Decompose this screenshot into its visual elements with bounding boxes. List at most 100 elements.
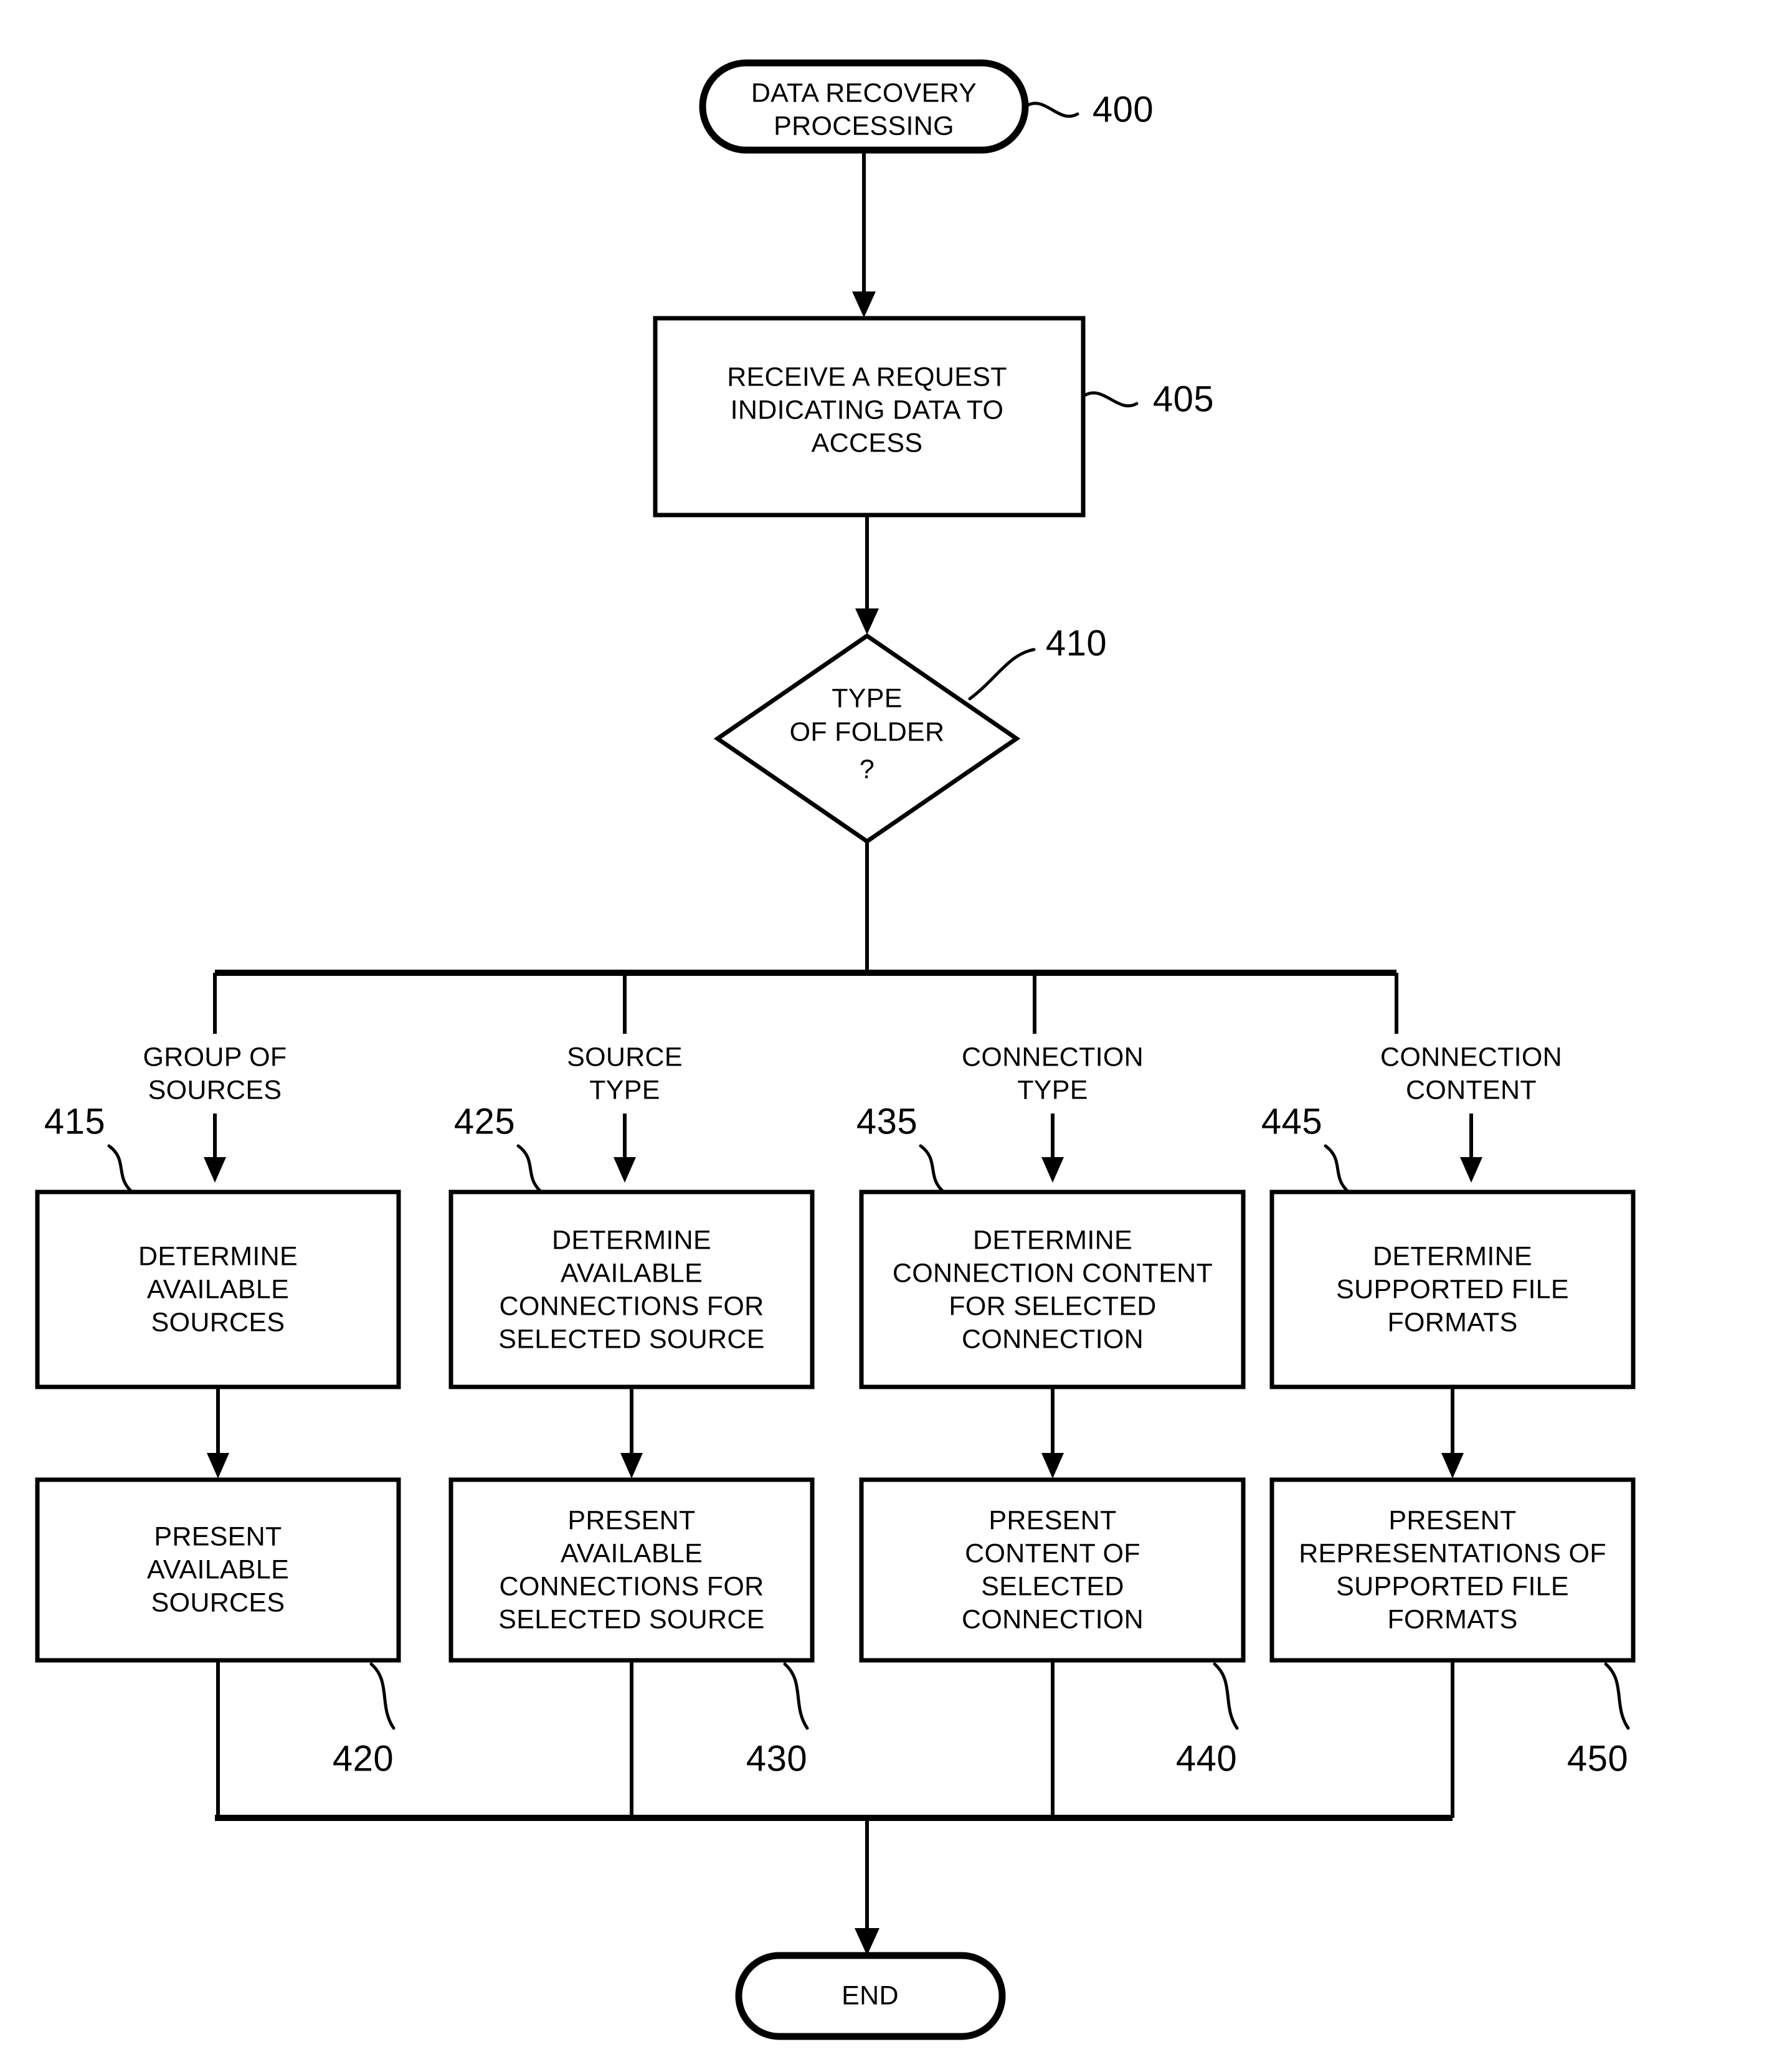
receive-label-line1: RECEIVE A REQUEST: [727, 362, 1007, 392]
node-determine-1: DETERMINE AVAILABLE SOURCES: [35, 1189, 401, 1389]
present-2-line-3: CONNECTIONS FOR: [500, 1571, 764, 1601]
ref-leader-430: 430: [746, 1662, 809, 1779]
arrowhead-icon: [1441, 1453, 1464, 1478]
arrowhead-icon: [1041, 1157, 1064, 1183]
present-4-line-2: REPRESENTATIONS OF: [1299, 1538, 1606, 1568]
start-label-line2: PROCESSING: [774, 111, 954, 141]
ref-leader-400: 400: [1025, 89, 1154, 130]
node-determine-2: DETERMINE AVAILABLE CONNECTIONS FOR SELE…: [448, 1189, 815, 1389]
determine-3-line-4: CONNECTION: [962, 1324, 1144, 1354]
ref-number-445: 445: [1261, 1101, 1322, 1142]
ref-number-415: 415: [44, 1101, 105, 1142]
ref-number-410: 410: [1046, 623, 1107, 663]
determine-4-line-2: SUPPORTED FILE: [1336, 1274, 1569, 1304]
edge-receive-to-decision: [855, 515, 879, 635]
present-2-line-2: AVAILABLE: [561, 1538, 703, 1568]
node-present-1: PRESENT AVAILABLE SOURCES: [35, 1477, 401, 1663]
receive-label-line2: INDICATING DATA TO: [731, 395, 1004, 425]
ref-leader-440: 440: [1176, 1662, 1239, 1779]
present-2-line-4: SELECTED SOURCE: [498, 1604, 764, 1634]
decision-label-line3: ?: [860, 754, 875, 784]
determine-2-line-3: CONNECTIONS FOR: [500, 1291, 764, 1321]
branch-2-label-line1: SOURCE: [567, 1042, 683, 1072]
determine-3-line-2: CONNECTION CONTENT: [893, 1258, 1213, 1288]
determine-1-line-2: AVAILABLE: [147, 1274, 289, 1304]
node-determine-4: DETERMINE SUPPORTED FILE FORMATS: [1269, 1189, 1636, 1389]
ref-leader-415: 415: [44, 1101, 133, 1193]
ref-leader-405: 405: [1083, 379, 1214, 419]
ref-number-420: 420: [333, 1738, 394, 1779]
ref-number-440: 440: [1176, 1738, 1237, 1779]
determine-1-line-1: DETERMINE: [138, 1241, 298, 1271]
present-4-line-4: FORMATS: [1387, 1604, 1517, 1634]
arrowhead-icon: [855, 608, 879, 635]
decision-label-line1: TYPE: [832, 683, 903, 713]
flowchart-figure: DATA RECOVERY PROCESSING 400 RECEIVE A R…: [0, 0, 1792, 2062]
branch-4-label: CONNECTION CONTENT: [1380, 1042, 1562, 1105]
ref-leader-450: 450: [1567, 1662, 1630, 1779]
node-decision-type-of-folder: TYPE OF FOLDER ?: [713, 633, 1021, 844]
ref-number-405: 405: [1153, 379, 1214, 419]
edge-branch-4-to-determine: [1460, 1114, 1482, 1183]
branch-1-label-line1: GROUP OF: [143, 1042, 287, 1072]
ref-number-450: 450: [1567, 1738, 1628, 1779]
node-present-4: PRESENT REPRESENTATIONS OF SUPPORTED FIL…: [1269, 1477, 1636, 1663]
determine-3-line-1: DETERMINE: [973, 1225, 1132, 1255]
present-4-line-1: PRESENT: [1388, 1505, 1516, 1535]
determine-2-box: [448, 1189, 815, 1389]
arrowhead-icon: [1460, 1157, 1482, 1183]
determine-3-line-3: FOR SELECTED: [949, 1291, 1156, 1321]
edge-branch-3-to-determine: [1041, 1114, 1064, 1183]
present-2-line-1: PRESENT: [567, 1505, 695, 1535]
branch-1-label: GROUP OF SOURCES: [143, 1042, 287, 1105]
branch-1-label-line2: SOURCES: [148, 1075, 282, 1105]
branch-2-label-line2: TYPE: [589, 1075, 660, 1105]
node-determine-3: DETERMINE CONNECTION CONTENT FOR SELECTE…: [859, 1189, 1246, 1389]
flowchart-canvas: DATA RECOVERY PROCESSING 400 RECEIVE A R…: [35, 59, 1636, 2040]
branch-distribution-bus: [213, 841, 1398, 1034]
branch-3-label-line1: CONNECTION: [962, 1042, 1144, 1072]
ref-number-435: 435: [856, 1101, 917, 1142]
edge-determine-3-to-present-3: [1041, 1387, 1064, 1478]
present-1-line-3: SOURCES: [151, 1587, 285, 1617]
arrowhead-icon: [620, 1453, 643, 1478]
present-3-line-1: PRESENT: [988, 1505, 1116, 1535]
end-label: END: [841, 1980, 899, 2010]
edge-determine-4-to-present-4: [1441, 1387, 1464, 1478]
edge-start-to-receive: [852, 150, 876, 318]
arrowhead-icon: [855, 1928, 879, 1956]
arrowhead-icon: [852, 291, 876, 318]
present-1-line-2: AVAILABLE: [147, 1554, 289, 1584]
determine-4-line-3: FORMATS: [1387, 1307, 1517, 1337]
branch-3-label: CONNECTION TYPE: [962, 1042, 1144, 1105]
branch-merge-bus: [215, 1815, 1453, 1956]
branch-2-label: SOURCE TYPE: [567, 1042, 683, 1105]
arrowhead-icon: [204, 1157, 226, 1183]
ref-leader-435: 435: [856, 1101, 944, 1193]
edge-determine-1-to-present-1: [207, 1387, 229, 1478]
start-label-line1: DATA RECOVERY: [751, 78, 977, 108]
arrowhead-icon: [614, 1157, 636, 1183]
receive-label-line3: ACCESS: [812, 428, 923, 458]
node-present-2: PRESENT AVAILABLE CONNECTIONS FOR SELECT…: [448, 1477, 815, 1663]
ref-number-430: 430: [746, 1738, 807, 1779]
determine-2-line-2: AVAILABLE: [561, 1258, 703, 1288]
present-1-line-1: PRESENT: [154, 1521, 282, 1551]
ref-leader-410: 410: [968, 623, 1107, 701]
edge-branch-1-to-determine: [204, 1114, 226, 1183]
present-3-line-4: CONNECTION: [962, 1604, 1144, 1634]
present-3-line-3: SELECTED: [981, 1571, 1124, 1601]
decision-label-line2: OF FOLDER: [790, 717, 945, 747]
determine-3-box: [859, 1189, 1246, 1389]
edge-determine-2-to-present-2: [620, 1387, 643, 1478]
ref-number-400: 400: [1093, 89, 1154, 130]
arrowhead-icon: [207, 1453, 229, 1478]
present-4-line-3: SUPPORTED FILE: [1336, 1571, 1569, 1601]
node-receive-request: RECEIVE A REQUEST INDICATING DATA TO ACC…: [653, 316, 1086, 518]
determine-2-line-1: DETERMINE: [552, 1225, 711, 1255]
branch-4-label-line2: CONTENT: [1406, 1075, 1537, 1105]
ref-number-425: 425: [454, 1101, 515, 1142]
branch-4-label-line1: CONNECTION: [1380, 1042, 1562, 1072]
node-present-3: PRESENT CONTENT OF SELECTED CONNECTION: [859, 1477, 1246, 1663]
determine-2-line-4: SELECTED SOURCE: [498, 1324, 764, 1354]
